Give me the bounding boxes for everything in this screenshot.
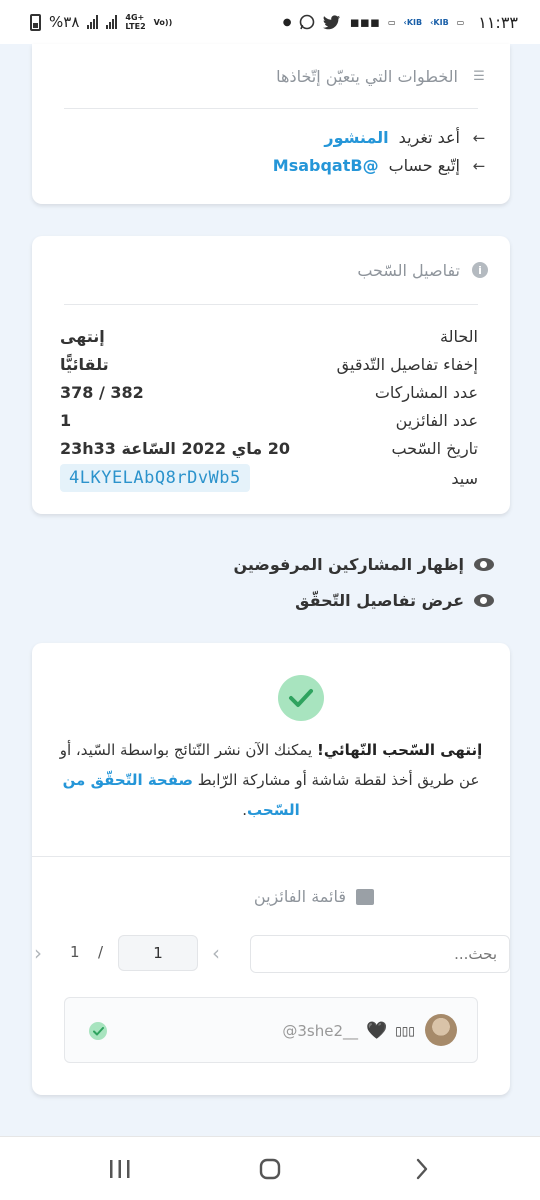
system-nav-bar <box>0 1136 540 1200</box>
step-retweet: ← أعد تغريد المنشور <box>324 128 488 147</box>
chevron-left-icon[interactable]: ‹ <box>34 941 42 965</box>
show-rejected-label: إظهار المشاركين المرفوضين <box>233 555 465 574</box>
network-line-2: LTE2 <box>125 22 146 31</box>
avatar <box>425 1014 457 1046</box>
detail-value: 20 ماي 2022 السّاعة 23h33 <box>60 438 290 458</box>
details-card-header: i تفاصيل السّحب <box>32 236 510 304</box>
eye-icon <box>474 594 494 607</box>
status-left: %٣٨ 4G+ LTE2 Vo)) <box>30 13 172 31</box>
details-card: i تفاصيل السّحب الحالة إنتهى إخفاء تفاصي… <box>32 236 510 514</box>
detail-row-date: تاريخ السّحب 20 ماي 2022 السّاعة 23h33 <box>60 434 478 462</box>
step-retweet-text: أعد تغريد <box>398 128 460 147</box>
verified-check-icon <box>89 1022 107 1040</box>
step-follow-text: إتّبع حساب <box>388 156 460 175</box>
winner-extra: ▯▯▯ <box>395 1024 415 1038</box>
detail-value: تلقائيًّا <box>60 354 109 374</box>
details-card-title: تفاصيل السّحب <box>357 260 460 280</box>
status-time: ١١:٣٣ <box>478 12 518 32</box>
back-button[interactable] <box>412 1155 432 1183</box>
status-right: ● ▪▪▪ ▭ ‹KIB ‹KIB ▭ ١١:٣٣ <box>283 13 518 32</box>
info-icon: i <box>472 262 488 278</box>
volte-label: Vo)) <box>153 17 173 27</box>
detail-label: عدد الفائزين <box>395 410 478 430</box>
result-message: إنتهى السّحب النّهائي! يمكنك الآن نشر ال… <box>52 735 490 825</box>
detail-row-status: الحالة إنتهى <box>60 322 478 350</box>
twitter-icon <box>323 14 341 29</box>
network-type: 4G+ LTE2 <box>125 13 145 31</box>
kib-icon: ▭ <box>387 17 396 27</box>
detail-label: إخفاء تفاصيل التّدقيق <box>336 354 478 374</box>
status-bar: %٣٨ 4G+ LTE2 Vo)) ● ▪▪▪ ▭ ‹KIB ‹KIB ▭ ١١… <box>0 0 540 44</box>
detail-label: الحالة <box>440 326 478 346</box>
kib-icon: ‹KIB <box>403 17 423 27</box>
success-check-icon <box>278 675 324 721</box>
signal-icon-2 <box>106 15 118 29</box>
list-check-icon: ☰ <box>473 68 485 84</box>
steps-divider <box>64 108 478 109</box>
kib-icon: ▭ <box>456 17 465 27</box>
kib-icon: ‹KIB <box>430 17 449 27</box>
detail-row-winners: عدد الفائزين 1 <box>60 406 478 434</box>
recent-apps-icon <box>110 1160 130 1178</box>
detail-row-entries: عدد المشاركات 378 / 382 <box>60 378 478 406</box>
retweet-post-link[interactable]: المنشور <box>324 128 388 147</box>
battery-percent: %٣٨ <box>49 13 80 31</box>
show-rejected-toggle[interactable]: إظهار المشاركين المرفوضين <box>233 555 494 574</box>
result-card: إنتهى السّحب النّهائي! يمكنك الآن نشر ال… <box>32 643 510 1095</box>
winners-list-title: قائمة الفائزين <box>253 887 346 906</box>
steps-card-header: ☰ الخطوات التي يتعيّن إتّخاذها <box>32 44 510 108</box>
steps-card: ☰ الخطوات التي يتعيّن إتّخاذها ← أعد تغر… <box>32 44 510 204</box>
signal-icon <box>87 15 99 29</box>
show-verification-toggle[interactable]: عرض تفاصيل التّحقّق <box>295 591 494 610</box>
details-divider <box>64 304 478 305</box>
page-total: 1 <box>70 943 80 961</box>
detail-value: إنتهى <box>60 326 105 346</box>
result-divider <box>32 856 510 857</box>
list-icon <box>356 888 374 905</box>
black-heart-icon: 🖤 <box>366 1021 388 1041</box>
detail-label: تاريخ السّحب <box>391 438 478 458</box>
chevron-right-icon[interactable]: › <box>212 941 220 965</box>
home-icon <box>259 1158 281 1180</box>
eye-icon <box>474 558 494 571</box>
battery-icon <box>30 13 41 31</box>
voicemail-icon: ▪▪▪ <box>349 13 380 31</box>
detail-row-seed: سيد 4LKYELAbQ8rDvWb5 <box>60 462 478 494</box>
page-number-input[interactable] <box>118 935 198 971</box>
dot-icon: ● <box>282 16 292 28</box>
arrow-left-icon: ← <box>472 156 486 175</box>
step-follow: ← إتّبع حساب @MsabqatB <box>273 156 488 175</box>
winners-search-input[interactable] <box>250 935 510 973</box>
detail-row-hide-audit: إخفاء تفاصيل التّدقيق تلقائيًّا <box>60 350 478 378</box>
winner-name: @3she2__ 🖤 ▯▯▯ <box>282 1021 415 1041</box>
detail-value: 378 / 382 <box>60 382 144 402</box>
steps-card-title: الخطوات التي يتعيّن إتّخاذها <box>276 66 458 86</box>
winners-list-header: قائمة الفائزين <box>254 887 374 906</box>
network-line-1: 4G+ <box>125 13 145 22</box>
follow-account-link[interactable]: @MsabqatB <box>273 156 379 175</box>
whatsapp-icon <box>300 14 315 30</box>
detail-value: 1 <box>60 410 72 430</box>
winner-handle: @3she2__ <box>282 1022 359 1040</box>
result-title: إنتهى السّحب النّهائي! <box>317 741 483 759</box>
detail-label: سيد <box>451 468 478 488</box>
recent-apps-button[interactable] <box>108 1155 132 1183</box>
show-verification-label: عرض تفاصيل التّحقّق <box>295 591 464 610</box>
page-separator: / <box>98 943 104 961</box>
arrow-left-icon: ← <box>472 128 486 147</box>
detail-label: عدد المشاركات <box>374 382 478 402</box>
back-chevron-icon <box>416 1158 428 1180</box>
winner-row[interactable]: @3she2__ 🖤 ▯▯▯ <box>64 997 478 1063</box>
home-button[interactable] <box>258 1155 282 1183</box>
seed-value[interactable]: 4LKYELAbQ8rDvWb5 <box>60 464 250 492</box>
